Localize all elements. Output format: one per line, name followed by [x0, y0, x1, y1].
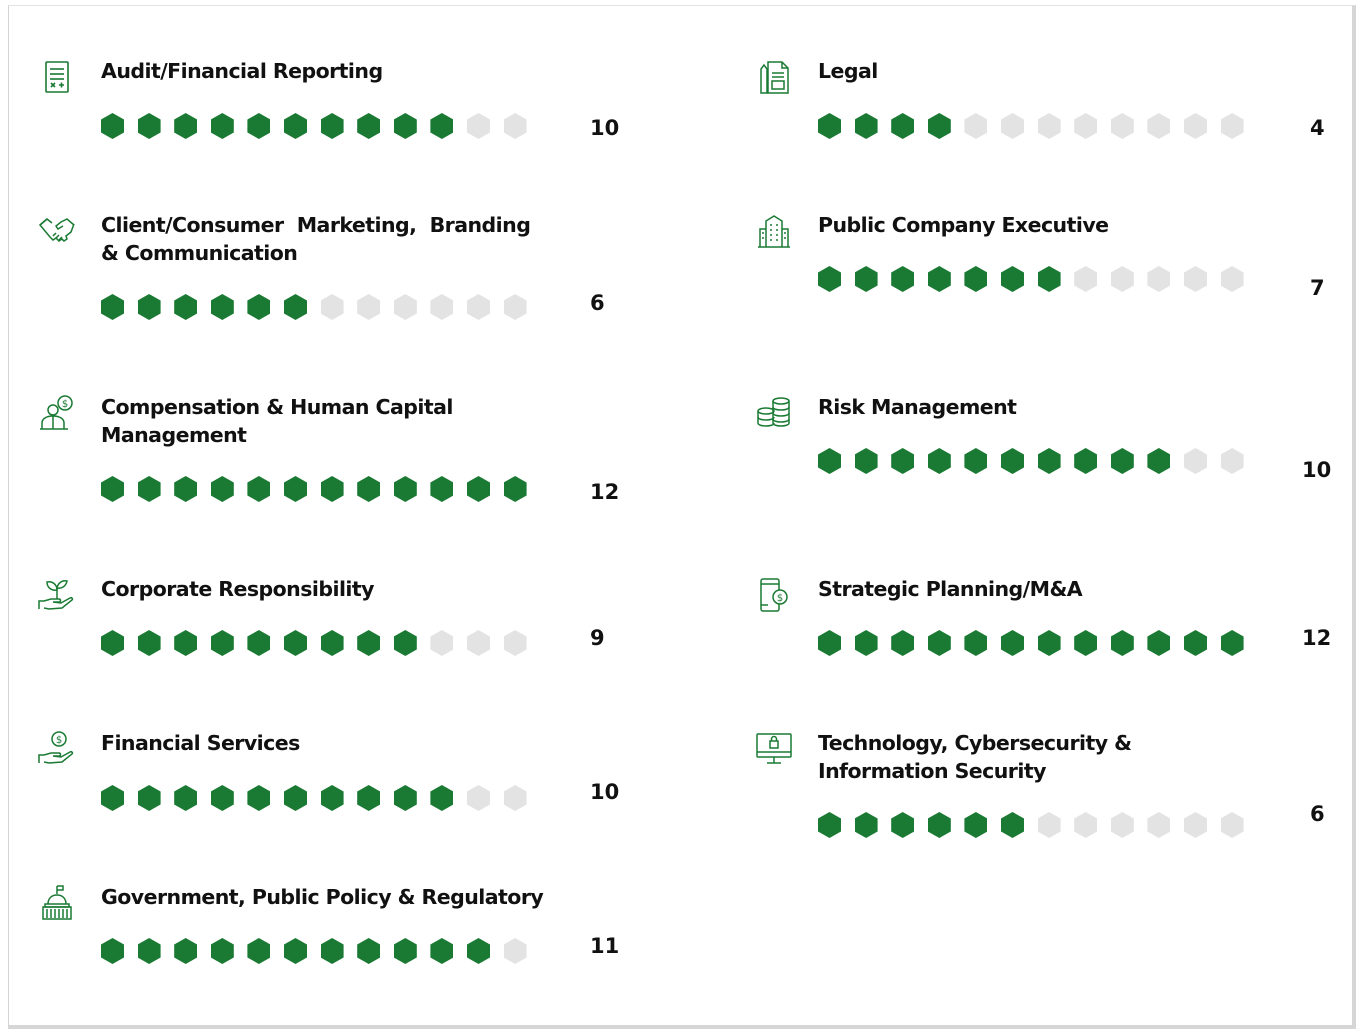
skill-count: 10 [1302, 458, 1332, 482]
hand-sprout-icon [37, 575, 77, 615]
skill-count: 10 [590, 780, 620, 804]
skill-label: Strategic Planning/M&A [818, 577, 1083, 601]
employee-dollar-icon: $ [37, 393, 77, 433]
skill-label: Audit/Financial Reporting [101, 59, 383, 83]
skill-label: Financial Services [101, 731, 300, 755]
skill-count: 11 [590, 934, 620, 958]
handshake-icon [37, 211, 77, 251]
svg-text:$: $ [777, 593, 783, 604]
skill-label: Corporate Responsibility [101, 577, 375, 601]
skill-label: Government, Public Policy & Regulatory [101, 885, 544, 909]
hand-dollar-icon: $ [37, 729, 77, 769]
skill-count: 12 [1302, 626, 1332, 650]
legal-document-icon [754, 57, 794, 97]
skill-count: 4 [1310, 116, 1325, 140]
skill-count: 10 [590, 116, 620, 140]
svg-text:$: $ [62, 399, 68, 410]
skill-label: Risk Management [818, 395, 1017, 419]
monitor-lock-icon [754, 729, 794, 769]
svg-text:$: $ [56, 735, 62, 746]
skill-count: 6 [590, 291, 605, 315]
mobile-dollar-icon: $ [754, 575, 794, 615]
skill-label: Compensation & Human Capital Management [101, 395, 460, 447]
skill-label: Client/Consumer Marketing, Branding & Co… [101, 213, 544, 265]
skill-label: Technology, Cybersecurity & Information … [818, 731, 1139, 783]
office-building-icon [754, 211, 794, 251]
coin-stacks-icon [754, 393, 794, 433]
skill-count: 12 [590, 480, 620, 504]
capitol-building-icon [37, 883, 77, 923]
calculator-icon [37, 57, 77, 97]
skills-matrix-panel [8, 5, 1356, 1029]
skill-count: 6 [1310, 802, 1325, 826]
skill-label: Legal [818, 59, 878, 83]
skill-count: 7 [1310, 276, 1325, 300]
skill-count: 9 [590, 626, 605, 650]
skill-label: Public Company Executive [818, 213, 1109, 237]
